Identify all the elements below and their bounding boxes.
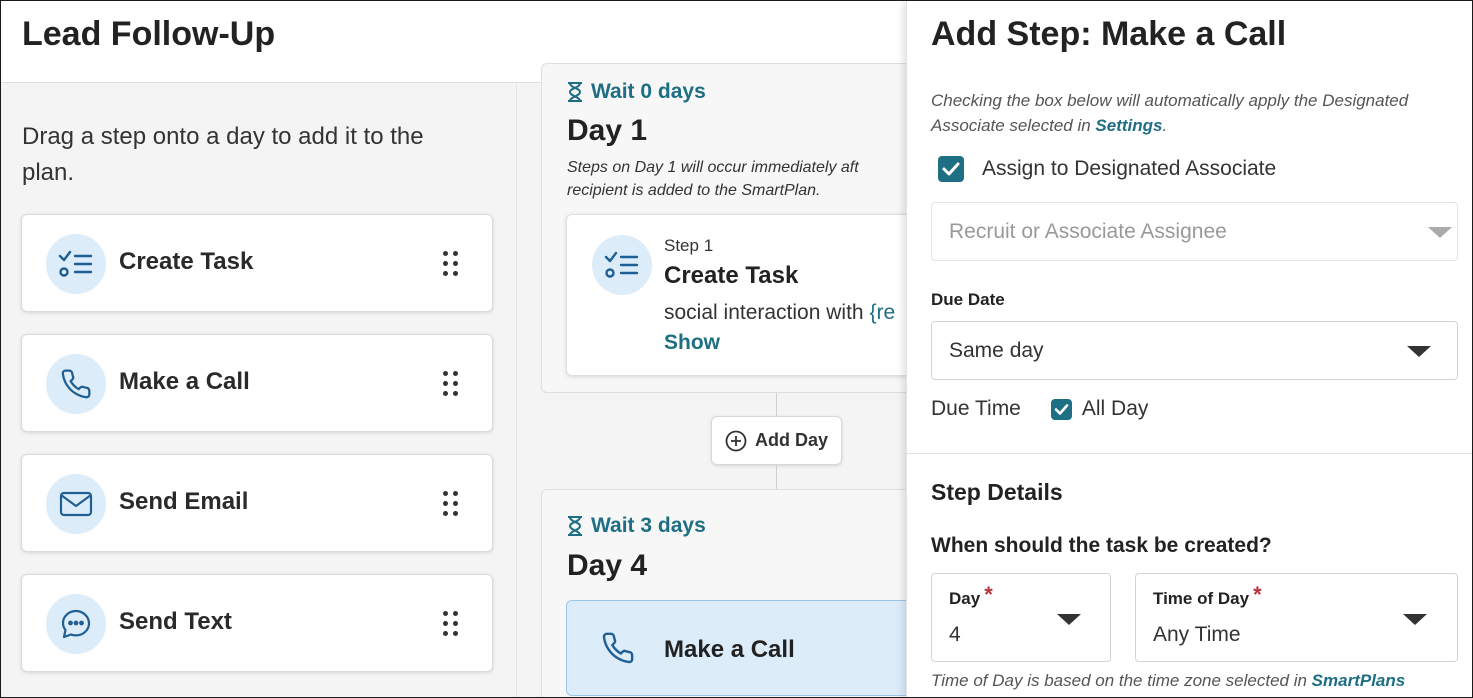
due-date-label: Due Date <box>931 290 1005 309</box>
day-value: 4 <box>949 623 961 646</box>
phone-icon <box>601 631 635 670</box>
help-text-end: . <box>1162 116 1168 135</box>
step-details-title: Step Details <box>931 479 1063 505</box>
plan-timeline: Wait 0 days Day 1 Steps on Day 1 will oc… <box>518 63 926 697</box>
step-number: Step 1 <box>664 236 714 255</box>
chevron-down-icon <box>1403 614 1427 625</box>
day-note: recipient is added to the SmartPlan. <box>567 182 821 199</box>
drag-handle-icon[interactable] <box>443 611 459 637</box>
chat-bubble-icon <box>46 594 106 654</box>
wait-label: Wait 3 days <box>591 514 706 537</box>
day-title: Day 4 <box>567 549 648 582</box>
assignee-placeholder: Recruit or Associate Assignee <box>949 220 1227 243</box>
required-marker: * <box>984 582 993 607</box>
checkmark-icon <box>1054 403 1069 415</box>
time-zone-footnote: Time of Day is based on the time zone se… <box>931 671 1405 691</box>
footnote-text: Time of Day is based on the time zone se… <box>931 671 1312 690</box>
checklist-icon <box>46 234 106 294</box>
section-divider <box>907 453 1472 454</box>
day-4-card: Wait 3 days Day 4 Make a Call <box>541 489 926 697</box>
palette-item-label: Create Task <box>119 248 254 275</box>
add-step-panel: Add Step: Make a Call Checking the box b… <box>906 1 1472 697</box>
task-timing-question: When should the task be created? <box>931 534 1272 557</box>
time-of-day-select[interactable]: Time of Day * Any Time <box>1135 573 1458 662</box>
palette-item-make-a-call[interactable]: Make a Call <box>21 334 493 432</box>
all-day-label: All Day <box>1081 397 1149 420</box>
day-title: Day 1 <box>567 114 648 147</box>
chevron-down-icon <box>1407 346 1431 357</box>
step-palette: Drag a step onto a day to add it to the … <box>1 83 517 697</box>
time-value: Any Time <box>1153 623 1241 646</box>
due-time-label: Due Time <box>931 397 1021 420</box>
chevron-down-icon <box>1428 227 1452 238</box>
palette-item-send-email[interactable]: Send Email <box>21 454 493 552</box>
envelope-icon <box>46 474 106 534</box>
help-text: Checking the box below will automaticall… <box>931 91 1409 135</box>
settings-link[interactable]: Settings <box>1095 116 1162 135</box>
wait-label: Wait 0 days <box>591 80 706 103</box>
page-title: Lead Follow-Up <box>22 15 276 53</box>
checklist-icon <box>592 235 652 295</box>
palette-item-send-text[interactable]: Send Text <box>21 574 493 672</box>
app-frame: Lead Follow-Up Drag a step onto a day to… <box>0 0 1473 698</box>
assign-checkbox[interactable] <box>938 156 964 182</box>
palette-hint: Drag a step onto a day to add it to the … <box>22 123 424 186</box>
hourglass-icon <box>568 82 582 102</box>
wait-duration: Wait 3 days <box>567 514 706 538</box>
palette-item-create-task[interactable]: Create Task <box>21 214 493 312</box>
plan-step-card[interactable]: Step 1 Create Task social interaction wi… <box>566 214 926 376</box>
drag-handle-icon[interactable] <box>443 371 459 397</box>
assignee-select[interactable]: Recruit or Associate Assignee <box>931 202 1458 261</box>
step-description-text: social interaction with <box>664 301 870 324</box>
palette-item-label: Send Email <box>119 488 249 515</box>
show-more-link[interactable]: Show <box>664 331 720 355</box>
connector-line <box>776 465 777 489</box>
palette-item-label: Make a Call <box>119 368 250 395</box>
drag-handle-icon[interactable] <box>443 491 459 517</box>
add-day-button[interactable]: Add Day <box>711 416 842 465</box>
time-label: Time of Day <box>1153 589 1250 608</box>
step-title: Make a Call <box>664 636 795 663</box>
day-field-label: Day * <box>949 582 993 610</box>
connector-line <box>776 393 777 416</box>
wait-duration: Wait 0 days <box>567 80 706 104</box>
due-date-value: Same day <box>949 339 1044 362</box>
merge-token: {re <box>869 301 896 324</box>
day-1-card: Wait 0 days Day 1 Steps on Day 1 will oc… <box>541 63 926 393</box>
step-title: Create Task <box>664 262 799 289</box>
day-note: Steps on Day 1 will occur immediately af… <box>567 159 859 176</box>
day-label: Day <box>949 589 981 608</box>
day-select[interactable]: Day * 4 <box>931 573 1111 662</box>
chevron-down-icon <box>1057 614 1081 625</box>
smartplans-link[interactable]: SmartPlans <box>1312 671 1406 690</box>
plus-circle-icon <box>725 430 747 451</box>
due-time-row: Due Time All Day <box>931 397 1148 421</box>
all-day-checkbox[interactable] <box>1050 398 1072 420</box>
hourglass-icon <box>568 516 582 536</box>
add-day-label: Add Day <box>754 430 828 450</box>
panel-help-text: Checking the box below will automaticall… <box>931 88 1451 138</box>
required-marker: * <box>1253 582 1262 607</box>
assign-label: Assign to Designated Associate <box>982 157 1277 180</box>
checkmark-icon <box>942 162 960 176</box>
due-date-select[interactable]: Same day <box>931 321 1458 380</box>
panel-title: Add Step: Make a Call <box>931 15 1287 53</box>
assign-designated-associate-row[interactable]: Assign to Designated Associate <box>938 156 1276 182</box>
phone-icon <box>46 354 106 414</box>
time-field-label: Time of Day * <box>1153 582 1262 610</box>
plan-step-card[interactable]: Make a Call <box>566 600 926 696</box>
step-description: social interaction with {re <box>664 301 895 325</box>
drag-handle-icon[interactable] <box>443 251 459 277</box>
palette-item-label: Send Text <box>119 608 232 635</box>
